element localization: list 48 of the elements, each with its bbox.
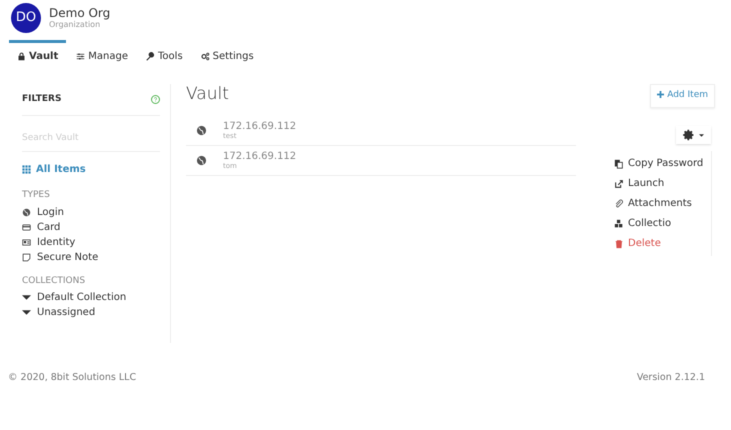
collection-filter[interactable]: Default Collection <box>22 290 160 305</box>
cubes-icon <box>614 219 624 229</box>
menu-item[interactable]: Collectio <box>614 214 711 234</box>
page-title: Vault <box>186 84 229 104</box>
org-avatar: DO <box>11 3 41 33</box>
options-button[interactable] <box>676 126 711 144</box>
all-items-filter[interactable]: All Items <box>22 160 86 179</box>
globe-icon <box>196 154 207 166</box>
menu-item[interactable]: Delete <box>614 234 711 254</box>
wrench-icon <box>146 52 156 61</box>
collections-heading: COLLECTIONS <box>22 274 86 288</box>
plus-icon <box>657 91 664 98</box>
gear-icon <box>683 129 695 141</box>
nav-tab[interactable]: Settings <box>192 40 262 68</box>
collection-filter[interactable]: Unassigned <box>22 305 160 320</box>
lock-icon <box>17 52 26 61</box>
note-icon <box>22 252 31 262</box>
globe-icon <box>22 208 31 216</box>
org-name: Demo Org <box>49 7 110 20</box>
paperclip-icon <box>614 199 624 209</box>
item-name[interactable]: 172.16.69.112 <box>223 120 296 132</box>
menu-item[interactable]: Attachments <box>614 194 711 214</box>
add-item-button[interactable]: Add Item <box>650 84 715 108</box>
item-name[interactable]: 172.16.69.112 <box>223 150 296 162</box>
type-filter[interactable]: Card <box>22 220 160 234</box>
types-heading: TYPES <box>22 189 51 202</box>
org-type: Organization <box>49 20 102 29</box>
menu-item[interactable]: Launch <box>614 174 711 194</box>
sliders-icon <box>76 52 86 61</box>
type-filter[interactable]: Login <box>22 204 160 220</box>
filters-heading: FILTERS <box>22 93 62 106</box>
globe-icon <box>196 124 207 136</box>
type-filter[interactable]: Identity <box>22 234 160 250</box>
gears-icon <box>200 52 210 61</box>
type-filter[interactable]: Secure Note <box>22 250 160 264</box>
caret-icon <box>699 134 704 136</box>
nav-tab[interactable]: Tools <box>138 40 191 68</box>
nav-tab[interactable]: Vault <box>9 40 66 68</box>
copyright-text: © 2020, 8bit Solutions LLC <box>8 371 136 385</box>
copy-icon <box>614 159 624 169</box>
grid-icon <box>22 165 31 174</box>
id-card-icon <box>22 238 31 246</box>
version-text: Version 2.12.1 <box>636 371 705 385</box>
trash-icon <box>614 239 624 249</box>
nav-tab[interactable]: Manage <box>68 40 136 68</box>
external-link-icon <box>614 179 624 189</box>
card-icon <box>22 222 31 232</box>
menu-item[interactable]: Copy Password <box>614 154 711 174</box>
